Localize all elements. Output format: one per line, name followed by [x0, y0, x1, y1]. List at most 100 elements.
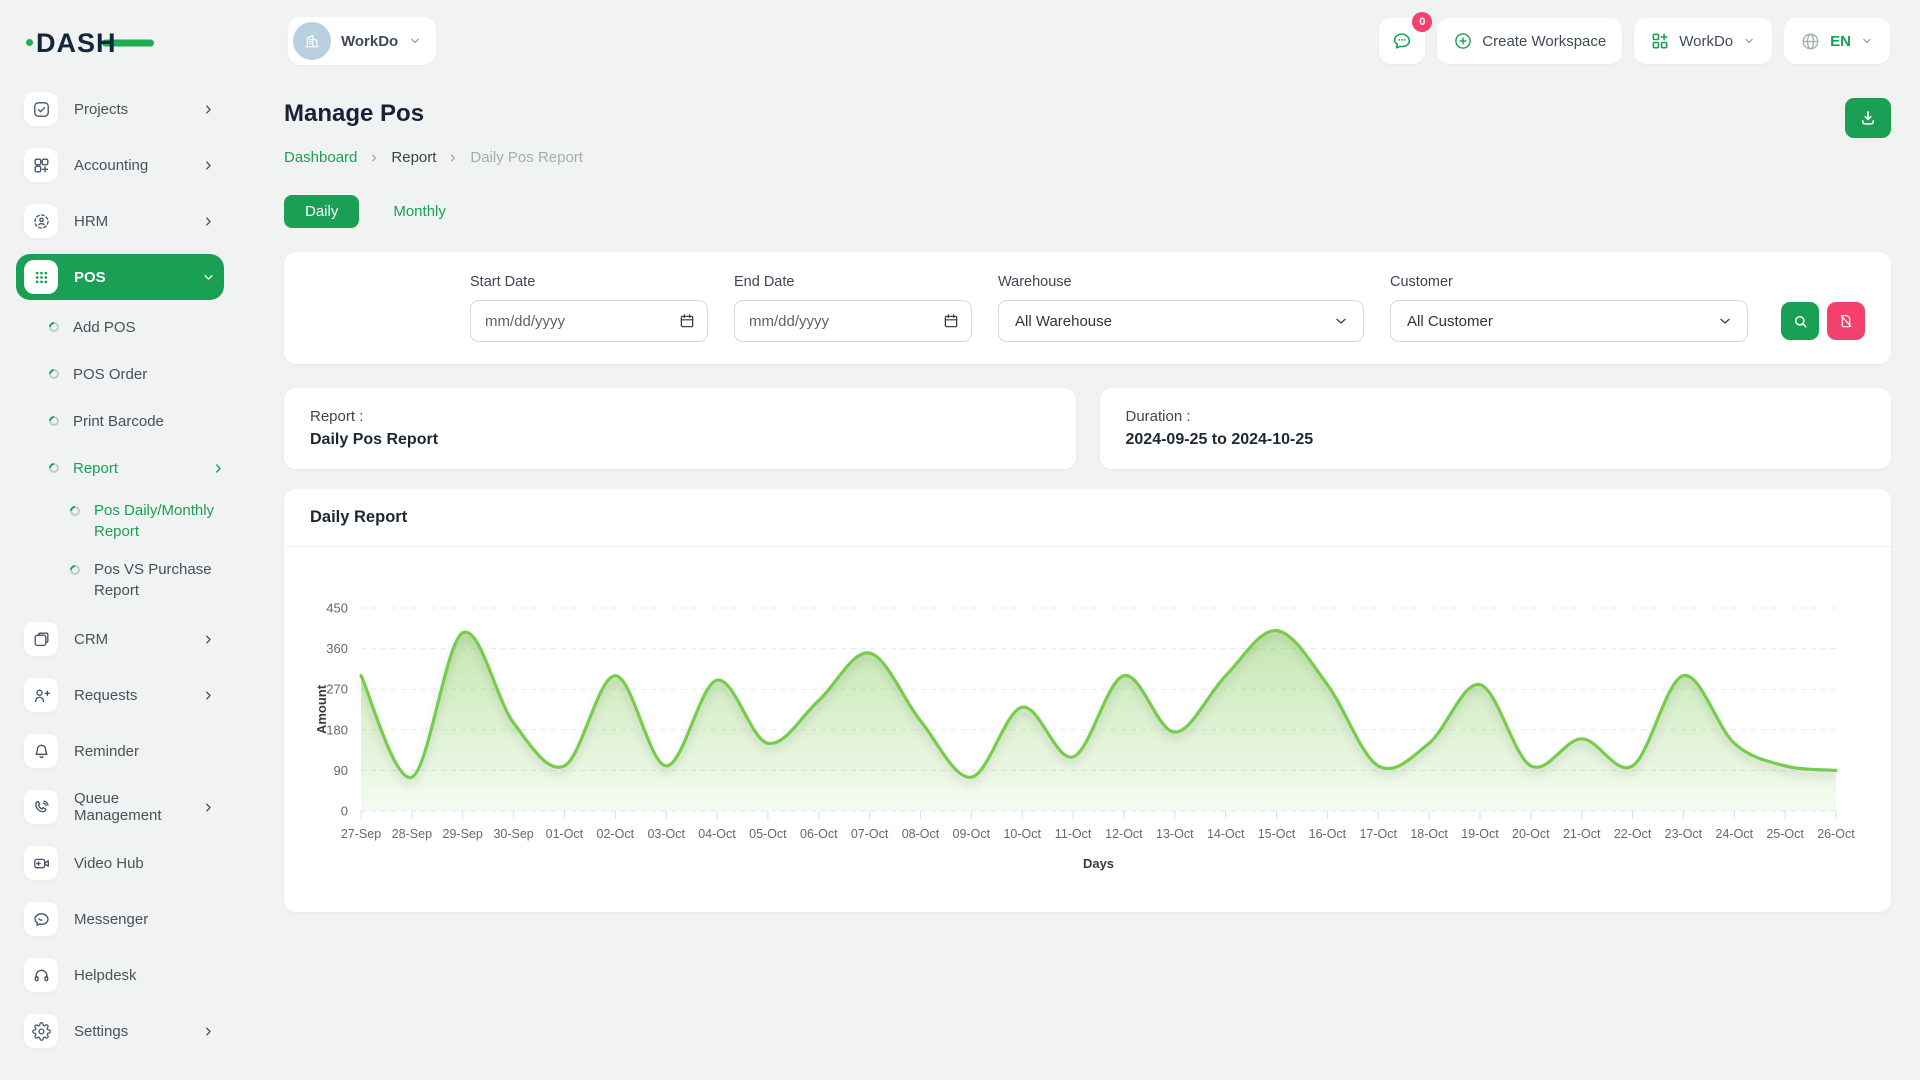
sidebar: DASH Projects Accounting: [0, 0, 240, 1080]
chevron-down-icon: [1860, 34, 1874, 48]
start-date-field: Start Date: [470, 274, 708, 342]
svg-text:21-Oct: 21-Oct: [1563, 827, 1601, 841]
svg-text:26-Oct: 26-Oct: [1817, 827, 1855, 841]
sidebar-item-pos-daily-monthly-report[interactable]: Pos Daily/Monthly Report: [0, 498, 240, 544]
topbar-actions: 0 Create Workspace WorkDo EN: [1379, 18, 1890, 64]
customer-label: Customer: [1390, 274, 1748, 290]
chevron-right-icon: [201, 214, 216, 229]
sidebar-item-video-hub[interactable]: Video Hub: [16, 840, 224, 886]
bullet-icon: [47, 320, 61, 334]
bullet-icon: [47, 461, 61, 475]
sidebar-item-print-barcode[interactable]: Print Barcode: [0, 404, 240, 438]
sidebar-item-accounting[interactable]: Accounting: [16, 142, 224, 188]
chevron-down-icon: [1717, 313, 1733, 329]
bullet-icon: [68, 563, 82, 577]
sidebar-item-label: Requests: [74, 687, 137, 704]
apply-filter-button[interactable]: [1781, 302, 1819, 340]
tab-monthly[interactable]: Monthly: [387, 202, 452, 221]
sidebar-item-helpdesk[interactable]: Helpdesk: [16, 952, 224, 998]
plus-circle-icon: [1453, 31, 1473, 51]
sidebar-item-add-pos[interactable]: Add POS: [0, 310, 240, 344]
workspace-selector[interactable]: WorkDo: [288, 17, 436, 65]
svg-text:27-Sep: 27-Sep: [341, 827, 381, 841]
svg-text:11-Oct: 11-Oct: [1055, 827, 1092, 841]
bullet-icon: [47, 367, 61, 381]
duration-summary-card: Duration : 2024-09-25 to 2024-10-25: [1100, 388, 1892, 469]
svg-text:180: 180: [326, 722, 348, 737]
headphones-icon: [24, 958, 58, 992]
tab-daily[interactable]: Daily: [284, 195, 359, 228]
language-menu-button[interactable]: EN: [1784, 18, 1890, 64]
account-menu-button[interactable]: WorkDo: [1634, 18, 1772, 64]
svg-text:13-Oct: 13-Oct: [1156, 827, 1194, 841]
sidebar-item-pos-order[interactable]: POS Order: [0, 357, 240, 391]
end-date-input[interactable]: [734, 300, 972, 342]
sidebar-item-projects[interactable]: Projects: [16, 86, 224, 132]
main-content: Manage Pos Dashboard Report Daily Pos Re…: [240, 70, 1920, 912]
accounting-icon: [24, 148, 58, 182]
content-column: WorkDo 0 Create Workspace WorkDo: [240, 0, 1920, 1080]
sidebar-item-label: Projects: [74, 101, 128, 118]
svg-text:360: 360: [326, 641, 348, 656]
sidebar-item-settings[interactable]: Settings: [16, 1008, 224, 1054]
video-camera-icon: [24, 846, 58, 880]
messages-button[interactable]: 0: [1379, 18, 1425, 64]
duration-label: Duration :: [1126, 408, 1866, 425]
customer-select[interactable]: All Customer: [1390, 300, 1748, 342]
chevron-down-icon: [1742, 34, 1756, 48]
customer-selected-value: All Customer: [1407, 313, 1493, 330]
svg-text:28-Sep: 28-Sep: [392, 827, 432, 841]
bullet-icon: [68, 504, 82, 518]
sidebar-item-pos-vs-purchase-report[interactable]: Pos VS Purchase Report: [0, 557, 240, 603]
chevron-right-icon: [201, 102, 216, 117]
chevron-right-icon: [201, 158, 216, 173]
brand-logo[interactable]: DASH: [0, 14, 240, 70]
warehouse-field: Warehouse All Warehouse: [998, 274, 1364, 342]
sidebar-item-label: Reminder: [74, 743, 139, 760]
sidebar-item-messenger[interactable]: Messenger: [16, 896, 224, 942]
breadcrumb-report[interactable]: Report: [391, 149, 436, 166]
svg-text:05-Oct: 05-Oct: [749, 827, 787, 841]
chevron-right-icon: [201, 688, 216, 703]
sidebar-item-label: Pos Daily/Monthly Report: [94, 500, 226, 542]
svg-text:17-Oct: 17-Oct: [1359, 827, 1397, 841]
create-workspace-label: Create Workspace: [1482, 33, 1606, 50]
sidebar-item-label: Settings: [74, 1023, 128, 1040]
start-date-label: Start Date: [470, 274, 708, 290]
chevron-right-icon: [368, 152, 380, 164]
projects-icon: [24, 92, 58, 126]
sidebar-item-reminder[interactable]: Reminder: [16, 728, 224, 774]
sidebar-item-crm[interactable]: CRM: [16, 616, 224, 662]
chevron-right-icon: [211, 461, 226, 476]
warehouse-select[interactable]: All Warehouse: [998, 300, 1364, 342]
svg-text:10-Oct: 10-Oct: [1003, 827, 1041, 841]
dash-logo-icon: DASH: [26, 24, 158, 60]
start-date-input[interactable]: [470, 300, 708, 342]
daily-report-chart[interactable]: 09018027036045027-Sep28-Sep29-Sep30-Sep0…: [284, 547, 1891, 912]
svg-text:15-Oct: 15-Oct: [1258, 827, 1296, 841]
chevron-down-icon: [408, 34, 422, 48]
svg-text:23-Oct: 23-Oct: [1665, 827, 1703, 841]
breadcrumb-dashboard[interactable]: Dashboard: [284, 149, 357, 166]
chevron-down-icon: [201, 270, 216, 285]
sidebar-item-label: Messenger: [74, 911, 148, 928]
svg-text:01-Oct: 01-Oct: [546, 827, 584, 841]
chat-dots: [1391, 30, 1413, 52]
create-workspace-button[interactable]: Create Workspace: [1437, 18, 1622, 64]
svg-text:Amount: Amount: [314, 684, 329, 734]
sidebar-item-hrm[interactable]: HRM: [16, 198, 224, 244]
download-report-button[interactable]: [1845, 98, 1891, 138]
reset-filter-button[interactable]: [1827, 302, 1865, 340]
language-label: EN: [1830, 33, 1851, 50]
sidebar-item-queue-management[interactable]: Queue Management: [16, 784, 224, 830]
svg-text:07-Oct: 07-Oct: [851, 827, 889, 841]
sidebar-item-label: Print Barcode: [73, 411, 164, 432]
sidebar-item-requests[interactable]: Requests: [16, 672, 224, 718]
duration-value: 2024-09-25 to 2024-10-25: [1126, 431, 1866, 449]
sidebar-item-pos[interactable]: POS: [16, 254, 224, 300]
svg-text:30-Sep: 30-Sep: [493, 827, 533, 841]
sidebar-item-report[interactable]: Report: [0, 451, 240, 485]
bullet-icon: [47, 414, 61, 428]
chart-title: Daily Report: [284, 489, 1891, 547]
chevron-right-icon: [201, 800, 216, 815]
